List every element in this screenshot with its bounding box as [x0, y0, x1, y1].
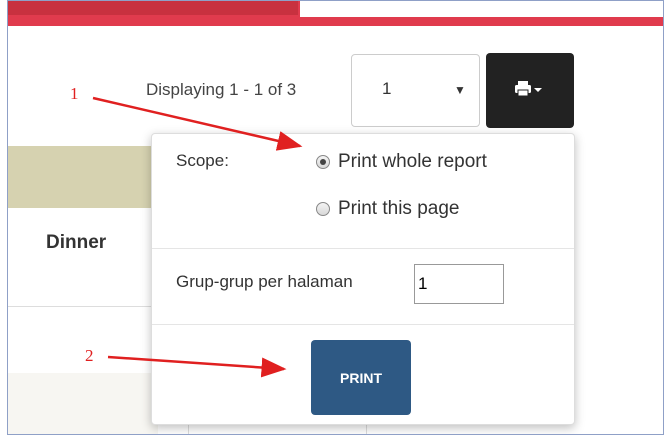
annotation-layer [92, 96, 303, 378]
annotation-arrow-1 [92, 96, 303, 151]
annotation-label-2: 2 [85, 346, 94, 365]
annotation-arrow-2 [107, 355, 287, 378]
annotation-label-1: 1 [70, 84, 79, 103]
